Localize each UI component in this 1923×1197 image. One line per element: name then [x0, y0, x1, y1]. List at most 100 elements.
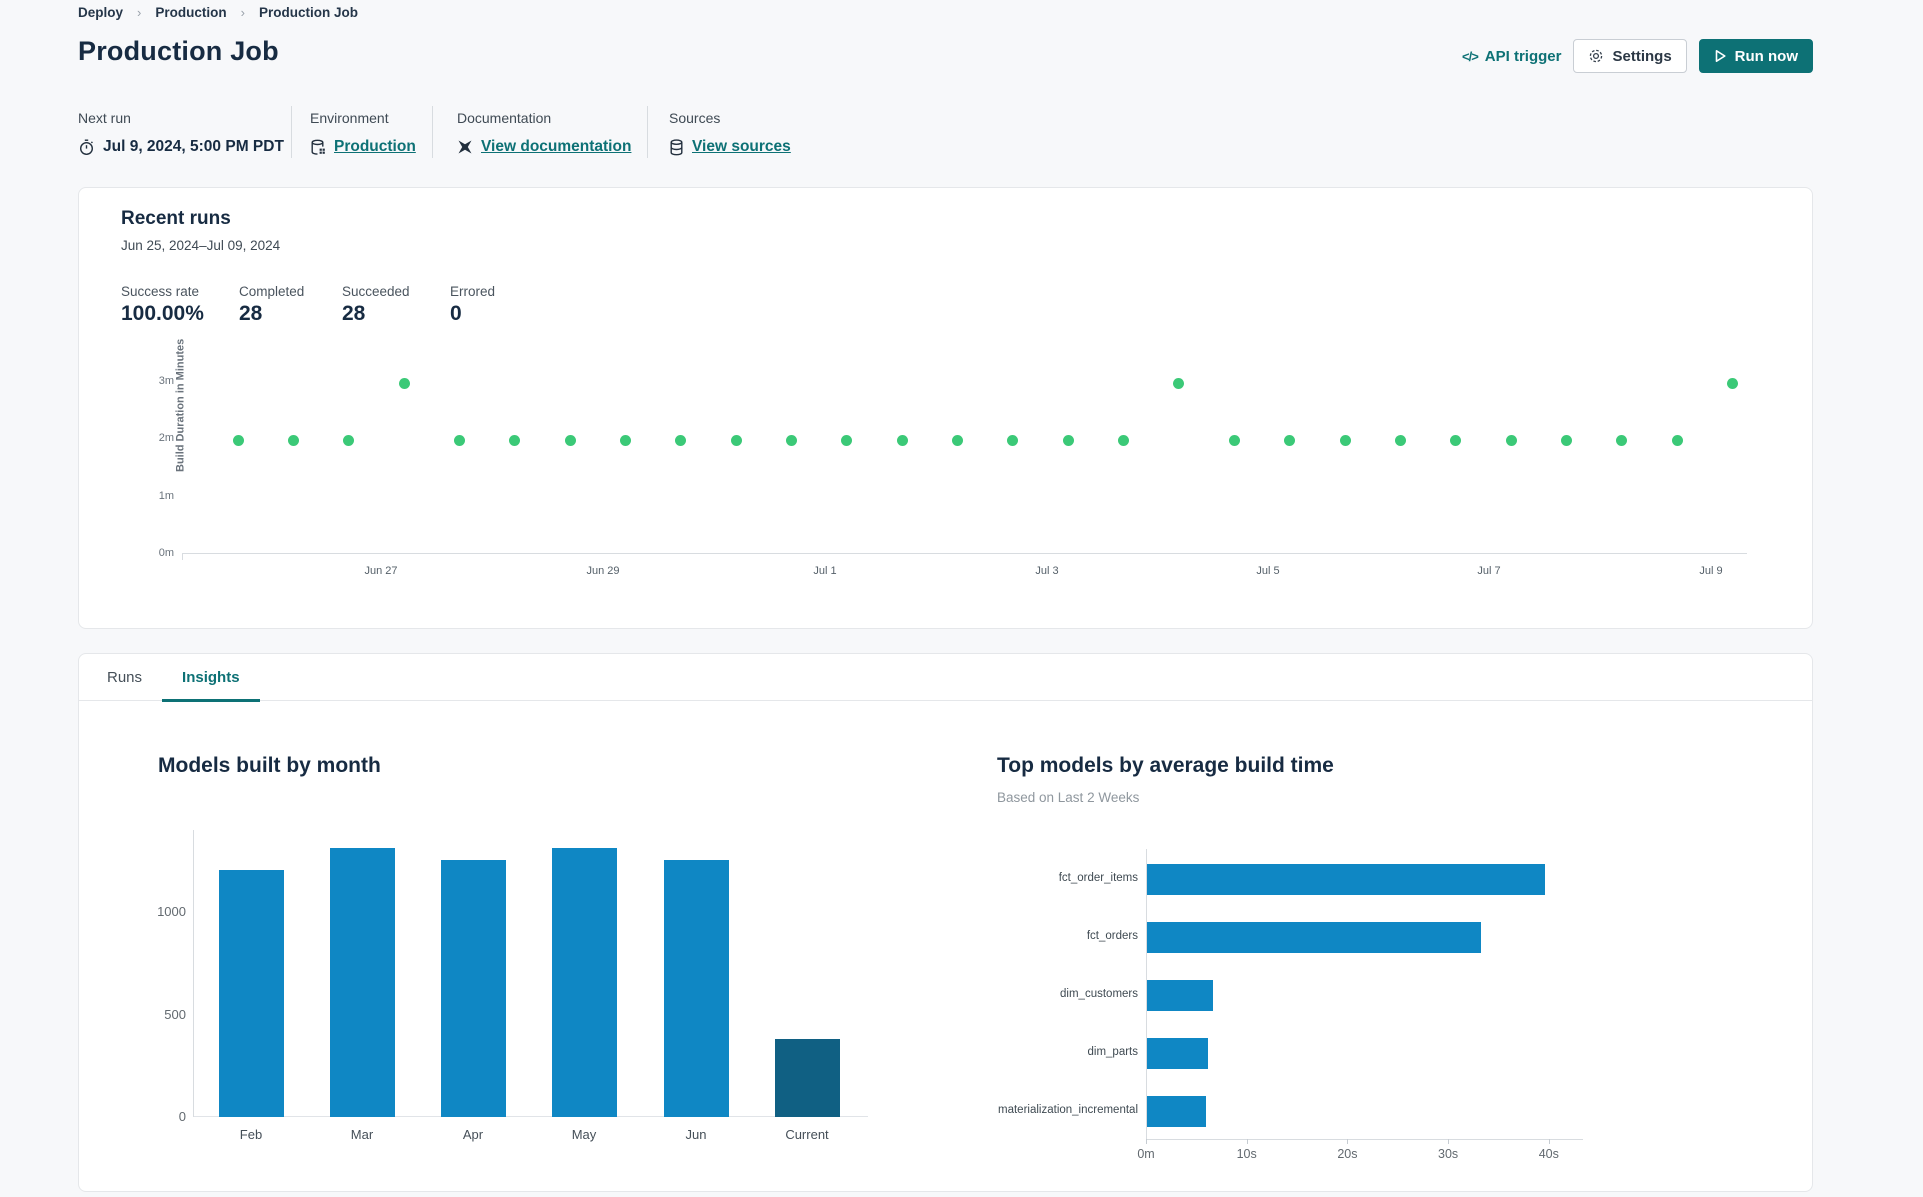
sources-label: Sources: [669, 110, 721, 126]
model-name-label: dim_parts: [1087, 1046, 1139, 1058]
month-bar: [218, 870, 284, 1117]
run-dot[interactable]: [343, 435, 355, 447]
x-axis-tick-label: 30s: [1438, 1147, 1459, 1161]
run-dot[interactable]: [730, 435, 742, 447]
model-bar: [1147, 1095, 1207, 1127]
run-dot[interactable]: [841, 435, 853, 447]
breadcrumb-production-job: Production Job: [258, 5, 358, 20]
environment-link[interactable]: Production: [334, 138, 416, 156]
header-actions: </> API trigger Settings Run now: [1462, 39, 1813, 73]
x-axis-category-label: Jun: [685, 1127, 707, 1142]
next-run-value: Jul 9, 2024, 5:00 PM PDT: [78, 138, 284, 156]
model-name-label: fct_orders: [1086, 930, 1138, 942]
completed-label: Completed: [239, 284, 305, 299]
model-bar: [1147, 979, 1213, 1011]
x-axis-tick-label: 0m: [1137, 1147, 1155, 1161]
x-axis-tick-label: Jul 7: [1477, 565, 1501, 577]
run-dot[interactable]: [1062, 435, 1074, 447]
run-dot[interactable]: [1560, 435, 1572, 447]
run-dot[interactable]: [1726, 377, 1738, 389]
x-axis-tick-label: 40s: [1538, 1147, 1559, 1161]
documentation-label: Documentation: [457, 110, 552, 126]
model-bar: [1147, 1037, 1209, 1069]
x-axis-category-label: Current: [785, 1127, 829, 1142]
tab-runs[interactable]: Runs: [87, 654, 162, 701]
run-dot[interactable]: [896, 435, 908, 447]
run-dot[interactable]: [1118, 435, 1130, 447]
recent-runs-date-range: Jun 25, 2024–Jul 09, 2024: [121, 238, 281, 253]
model-bar: [1147, 863, 1545, 895]
run-dot[interactable]: [1007, 435, 1019, 447]
run-dot[interactable]: [1616, 435, 1628, 447]
tab-row: Runs Insights: [79, 654, 1812, 702]
month-bar: [663, 859, 729, 1117]
run-dot[interactable]: [1339, 435, 1351, 447]
run-dot[interactable]: [952, 435, 964, 447]
run-now-button[interactable]: Run now: [1698, 39, 1813, 73]
settings-button[interactable]: Settings: [1573, 39, 1687, 73]
run-dot[interactable]: [398, 377, 410, 389]
breadcrumb-production[interactable]: Production: [155, 5, 226, 20]
chevron-right-icon: ›: [137, 5, 142, 20]
run-dot[interactable]: [287, 435, 299, 447]
x-axis-tick-label: Jul 9: [1699, 565, 1723, 577]
model-name-label: materialization_incremental: [998, 1104, 1138, 1116]
divider: [432, 106, 433, 158]
month-bar: [440, 859, 506, 1117]
recent-runs-card: Recent runs Jun 25, 2024–Jul 09, 2024 Su…: [78, 187, 1813, 629]
run-dot[interactable]: [564, 435, 576, 447]
run-dot[interactable]: [509, 435, 521, 447]
job-meta-row: Next run Jul 9, 2024, 5:00 PM PDT Enviro…: [78, 106, 1813, 162]
gear-icon: [1588, 48, 1604, 64]
x-axis-tick: [1347, 1139, 1349, 1144]
model-name-label: dim_customers: [1060, 988, 1138, 1000]
completed-value: 28: [239, 302, 263, 325]
run-dot[interactable]: [232, 435, 244, 447]
x-axis-category-label: Feb: [239, 1127, 263, 1142]
top-models-chart-subtitle: Based on Last 2 Weeks: [997, 790, 1140, 805]
x-axis-tick-label: Jul 3: [1035, 565, 1059, 577]
succeeded-label: Succeeded: [342, 284, 410, 299]
run-dot[interactable]: [786, 435, 797, 447]
x-axis-line: [194, 1116, 868, 1117]
run-dot[interactable]: [675, 435, 687, 447]
run-dot[interactable]: [1671, 435, 1683, 447]
run-dot[interactable]: [1394, 435, 1406, 447]
run-dot[interactable]: [1173, 377, 1185, 389]
run-dot[interactable]: [619, 435, 631, 447]
y-axis-tick: [182, 553, 183, 560]
next-run-datetime: Jul 9, 2024, 5:00 PM PDT: [103, 138, 284, 155]
next-run-label: Next run: [78, 110, 131, 126]
environment-label: Environment: [310, 110, 389, 126]
code-icon: </>: [1462, 48, 1479, 64]
run-dot[interactable]: [1450, 435, 1462, 447]
view-sources-link[interactable]: View sources: [692, 138, 791, 156]
y-axis-tick-label: 1m: [158, 489, 174, 502]
x-axis-category-label: Mar: [350, 1127, 374, 1142]
clock-icon: [78, 139, 95, 156]
tab-insights[interactable]: Insights: [162, 654, 260, 702]
x-axis-tick-label: Jul 5: [1256, 565, 1280, 577]
api-trigger-label: API trigger: [1484, 47, 1562, 65]
errored-label: Errored: [450, 284, 496, 299]
page-title: Production Job: [78, 36, 279, 66]
x-axis-tick-label: 10s: [1236, 1147, 1257, 1161]
divider: [647, 106, 648, 158]
month-bar: [329, 848, 395, 1117]
database-icon: [669, 138, 684, 156]
api-trigger-link[interactable]: </> API trigger: [1462, 48, 1561, 65]
y-axis-title: Build Duration in Minutes: [174, 338, 187, 472]
y-axis-tick-label: 1000: [157, 904, 186, 919]
page: Deploy › Production › Production Job Pro…: [78, 0, 1813, 1197]
top-models-chart-title: Top models by average build time: [997, 754, 1334, 777]
run-now-label: Run now: [1734, 47, 1798, 65]
settings-label: Settings: [1612, 47, 1672, 65]
view-documentation-link[interactable]: View documentation: [481, 138, 631, 156]
divider: [291, 106, 292, 158]
run-dot[interactable]: [1284, 435, 1296, 447]
breadcrumb-deploy[interactable]: Deploy: [78, 5, 123, 20]
run-dot[interactable]: [453, 435, 465, 447]
run-dot[interactable]: [1228, 435, 1240, 447]
sources-value: View sources: [669, 138, 791, 156]
run-dot[interactable]: [1505, 435, 1517, 447]
